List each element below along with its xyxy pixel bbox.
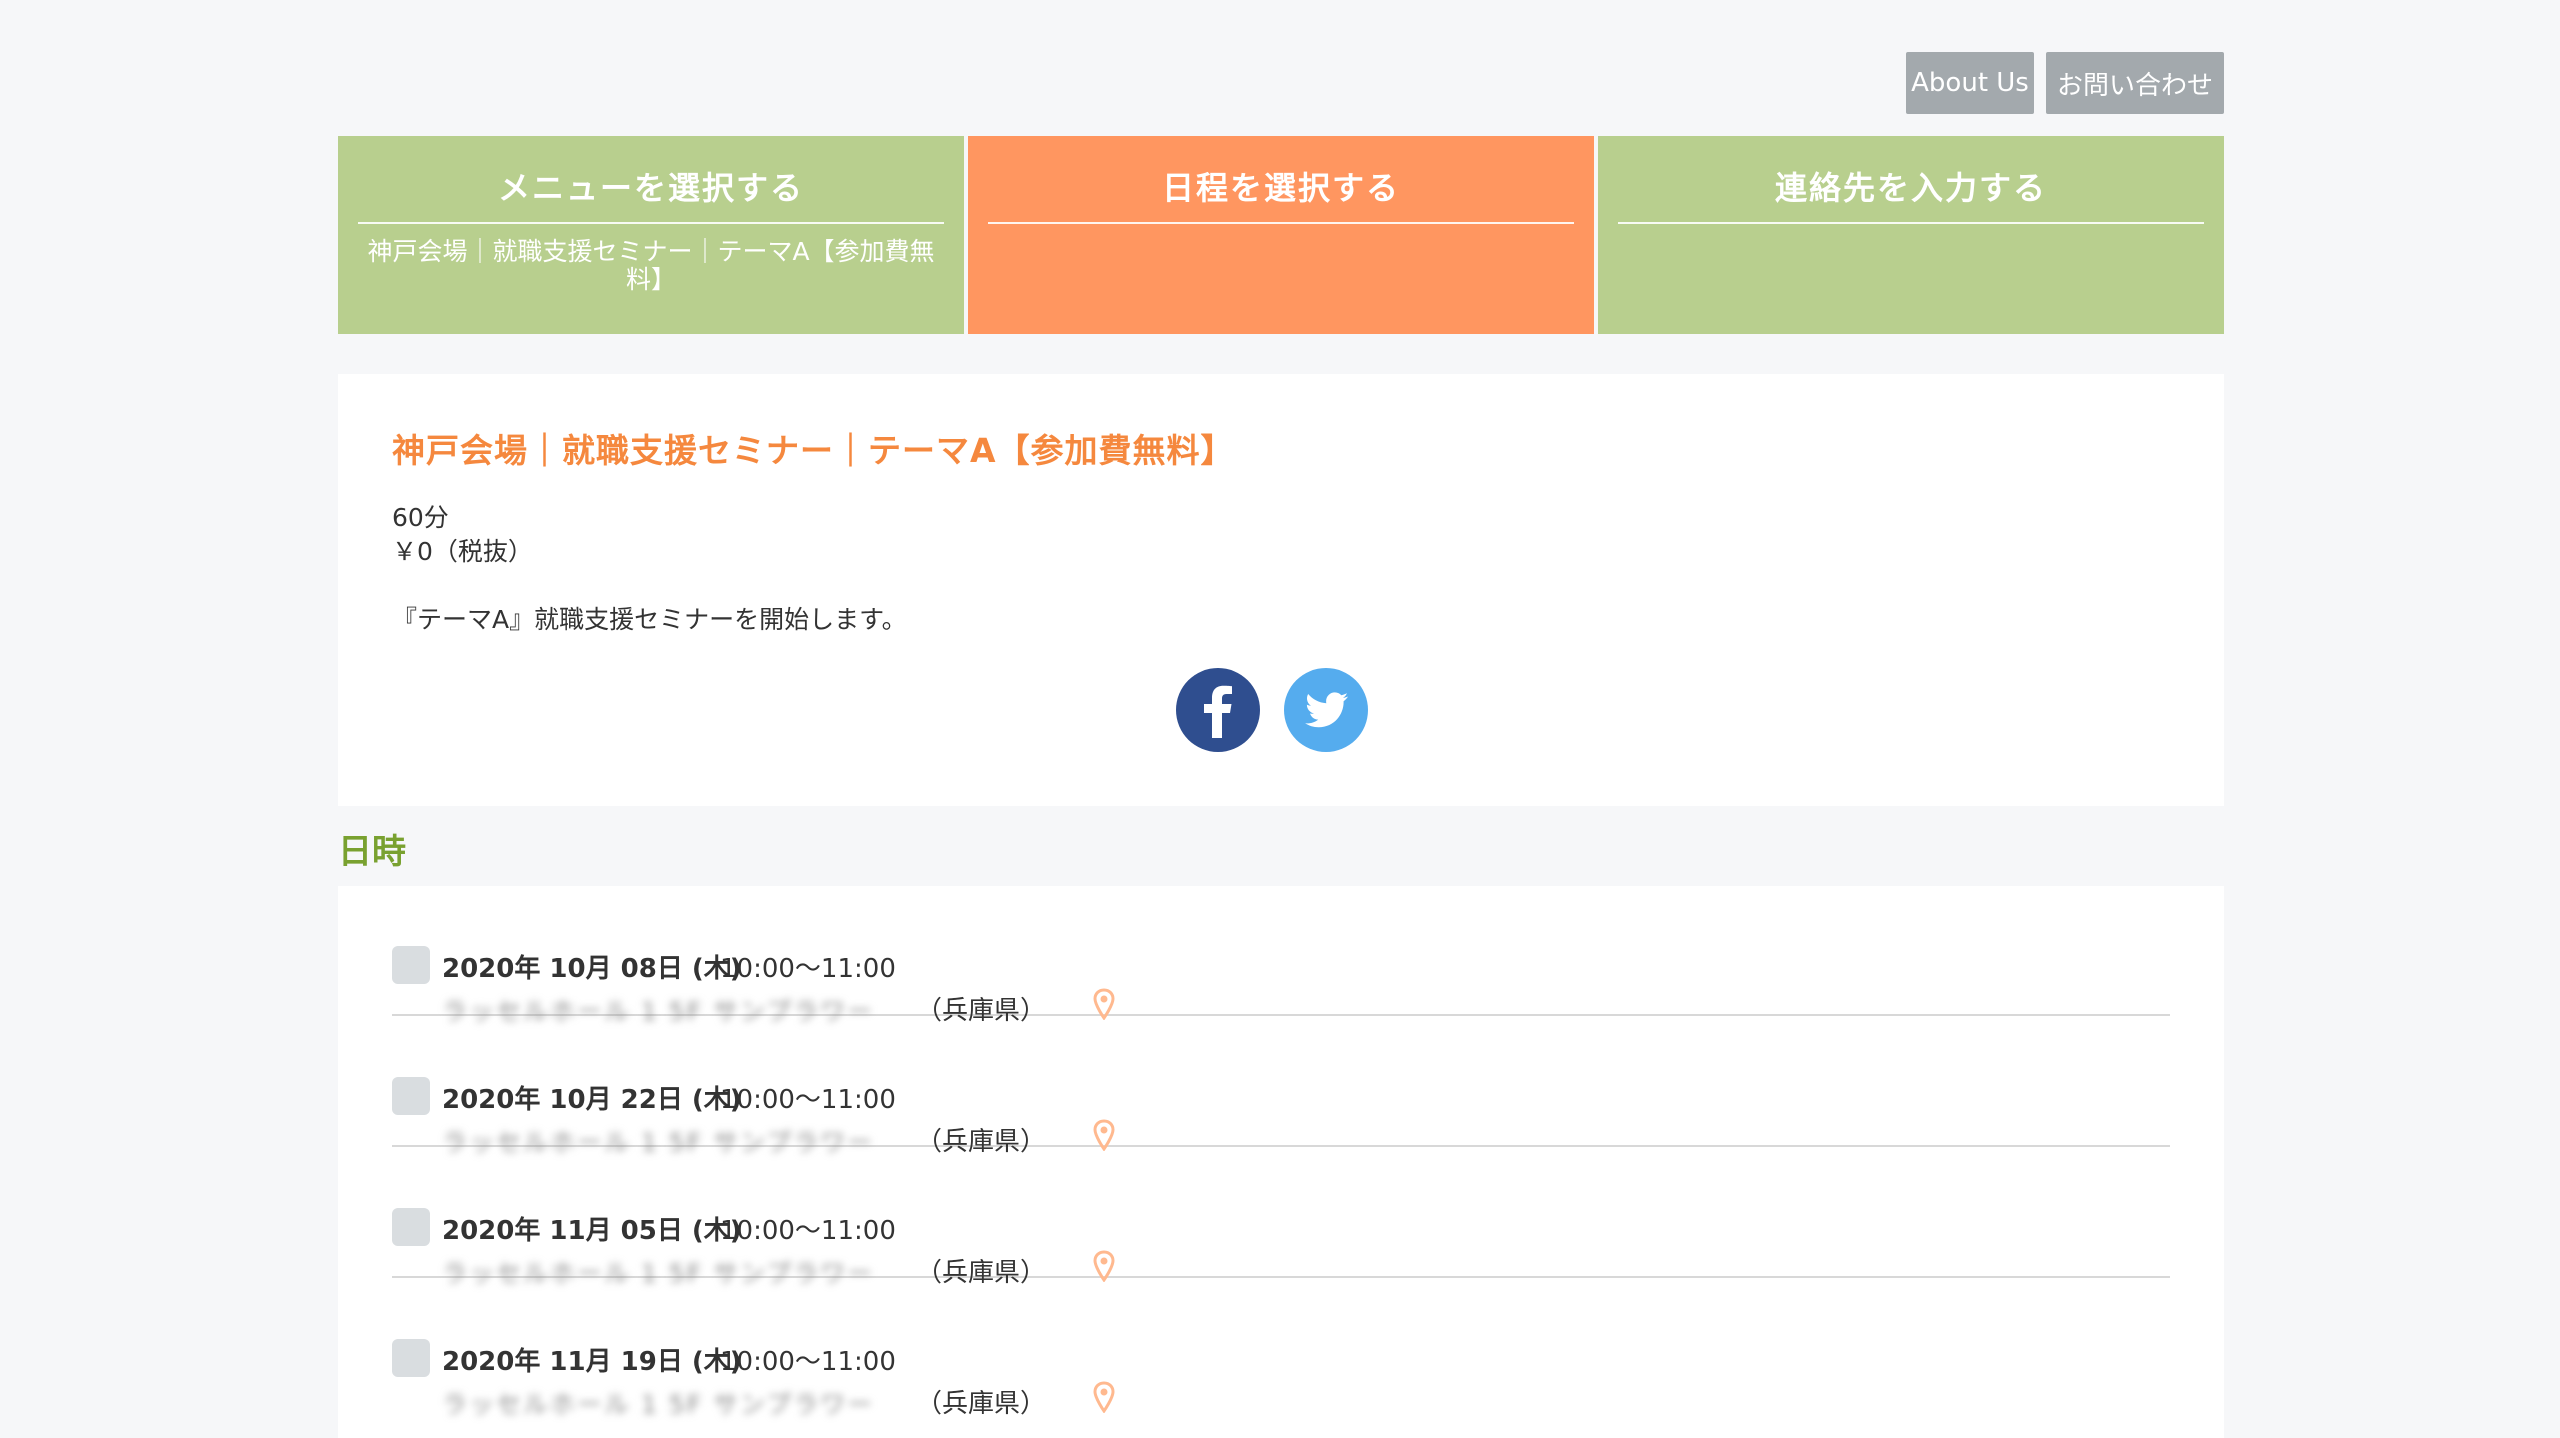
map-pin-icon[interactable] — [1092, 988, 1116, 1020]
map-pin-icon[interactable] — [1092, 1381, 1116, 1413]
menu-title: 神戸会場｜就職支援セミナー｜テーマA【参加費無料】 — [392, 431, 1235, 470]
step-select-menu[interactable]: メニューを選択する 神戸会場｜就職支援セミナー｜テーマA【参加費無料】 — [338, 136, 964, 334]
schedule-slot: 2020年 11月 19日 (木) 10:00〜11:00 ラッセルホール 1 … — [392, 1279, 2170, 1419]
menu-detail-card: 神戸会場｜就職支援セミナー｜テーマA【参加費無料】 60分 ￥0（税抜） 『テー… — [338, 374, 2224, 806]
slot-venue: ラッセルホール 1 5F サンプラワー — [442, 1390, 875, 1419]
booking-steps: メニューを選択する 神戸会場｜就職支援セミナー｜テーマA【参加費無料】 日程を選… — [338, 136, 2224, 334]
step-selected-menu: 神戸会場｜就職支援セミナー｜テーマA【参加費無料】 — [367, 237, 935, 294]
twitter-icon[interactable] — [1284, 668, 1368, 752]
slot-prefecture: （兵庫県） — [916, 1389, 1047, 1419]
contact-button[interactable]: お問い合わせ — [2046, 52, 2224, 114]
slot-checkbox[interactable] — [392, 1339, 430, 1377]
top-nav: About Us お問い合わせ — [1906, 52, 2224, 114]
slot-date: 2020年 11月 19日 (木) — [442, 1347, 742, 1377]
menu-price: ￥0（税抜） — [392, 537, 533, 566]
slot-checkbox[interactable] — [392, 946, 430, 984]
step-enter-contact[interactable]: 連絡先を入力する — [1598, 136, 2224, 334]
schedule-slot: 2020年 10月 08日 (木) 10:00〜11:00 ラッセルホール 1 … — [392, 886, 2170, 1026]
slot-date: 2020年 10月 08日 (木) — [442, 954, 742, 984]
about-us-button[interactable]: About Us — [1906, 52, 2034, 114]
page: About Us お問い合わせ メニューを選択する 神戸会場｜就職支援セミナー｜… — [0, 0, 2560, 1438]
map-pin-icon[interactable] — [1092, 1119, 1116, 1151]
slot-checkbox[interactable] — [392, 1208, 430, 1246]
step-title: 連絡先を入力する — [1774, 169, 2047, 207]
slot-time: 10:00〜11:00 — [720, 1216, 896, 1246]
map-pin-icon[interactable] — [1092, 1250, 1116, 1282]
step-title: メニューを選択する — [497, 169, 804, 207]
schedule-heading: 日時 — [338, 832, 406, 872]
step-select-date[interactable]: 日程を選択する — [968, 136, 1594, 334]
slot-time: 10:00〜11:00 — [720, 1085, 896, 1115]
social-share — [1176, 668, 1368, 752]
slot-time: 10:00〜11:00 — [720, 1347, 896, 1377]
schedule-slot: 2020年 10月 22日 (木) 10:00〜11:00 ラッセルホール 1 … — [392, 1017, 2170, 1157]
slot-date: 2020年 10月 22日 (木) — [442, 1085, 742, 1115]
facebook-icon[interactable] — [1176, 668, 1260, 752]
slot-checkbox[interactable] — [392, 1077, 430, 1115]
step-title: 日程を選択する — [1161, 169, 1400, 207]
step-divider — [988, 222, 1574, 224]
step-divider — [1618, 222, 2204, 224]
slot-time: 10:00〜11:00 — [720, 954, 896, 984]
schedule-slot: 2020年 11月 05日 (木) 10:00〜11:00 ラッセルホール 1 … — [392, 1148, 2170, 1288]
slot-date: 2020年 11月 05日 (木) — [442, 1216, 742, 1246]
schedule-list: 2020年 10月 08日 (木) 10:00〜11:00 ラッセルホール 1 … — [338, 886, 2224, 1438]
step-divider — [358, 222, 944, 224]
menu-duration: 60分 — [392, 503, 449, 532]
menu-description: 『テーマA』就職支援セミナーを開始します。 — [392, 605, 907, 634]
